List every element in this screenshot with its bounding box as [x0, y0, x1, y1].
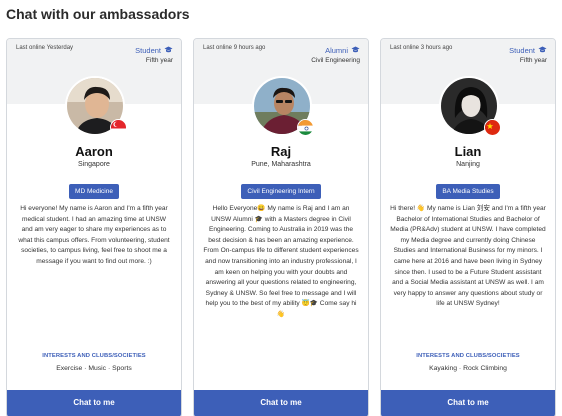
ambassador-card: Last online 3 hours ago Student Fifth ye… — [380, 38, 556, 416]
ambassador-name: Aaron — [75, 144, 113, 159]
role-label: Student — [135, 46, 173, 55]
course-badge: MD Medicine — [69, 184, 119, 199]
graduation-cap-icon — [538, 46, 547, 55]
last-online-text: Last online 9 hours ago — [203, 45, 266, 51]
ambassador-name: Lian — [454, 144, 482, 159]
ambassador-bio: Hi there! 👋 My name is Lian 刘安 and I'm a… — [390, 205, 546, 308]
department-text: Civil Engineering — [311, 57, 360, 64]
interests-list: Kayaking · Rock Climbing — [429, 365, 507, 372]
chat-button[interactable]: Chat to me — [194, 390, 368, 416]
chat-button[interactable]: Chat to me — [7, 390, 181, 416]
course-badge: BA Media Studies — [436, 184, 500, 199]
ambassador-location: Pune, Maharashtra — [251, 161, 311, 168]
ambassador-bio: Hello Everyone😀 My name is Raj and I am … — [203, 205, 359, 318]
china-flag-icon — [484, 119, 501, 136]
last-online-text: Last online 3 hours ago — [390, 45, 453, 51]
ambassador-card: Last online Yesterday Student Fifth year… — [6, 38, 182, 416]
chat-button[interactable]: Chat to me — [381, 390, 555, 416]
year-text: Fifth year — [145, 57, 173, 64]
ambassador-card: Last online 9 hours ago Alumni Civil Eng… — [193, 38, 369, 416]
role-text: Student — [509, 46, 535, 55]
india-flag-icon — [297, 119, 314, 136]
graduation-cap-icon — [351, 46, 360, 55]
singapore-flag-icon — [110, 119, 127, 136]
ambassador-name: Raj — [270, 144, 292, 159]
page-title: Chat with our ambassadors — [6, 6, 190, 22]
last-online-text: Last online Yesterday — [16, 45, 74, 51]
course-badge: Civil Engineering Intern — [241, 184, 321, 199]
graduation-cap-icon — [164, 46, 173, 55]
role-text: Student — [135, 46, 161, 55]
interests-list: Exercise · Music · Sports — [56, 365, 132, 372]
interests-heading: INTERESTS AND CLUBS/SOCIETIES — [416, 353, 520, 359]
interests-heading: INTERESTS AND CLUBS/SOCIETIES — [42, 353, 146, 359]
year-text: Fifth year — [519, 57, 547, 64]
ambassador-location: Nanjing — [456, 161, 480, 168]
ambassador-location: Singapore — [78, 161, 110, 168]
role-label: Alumni — [325, 46, 360, 55]
ambassador-bio: Hi everyone! My name is Aaron and I'm a … — [18, 205, 170, 265]
role-text: Alumni — [325, 46, 348, 55]
role-label: Student — [509, 46, 547, 55]
